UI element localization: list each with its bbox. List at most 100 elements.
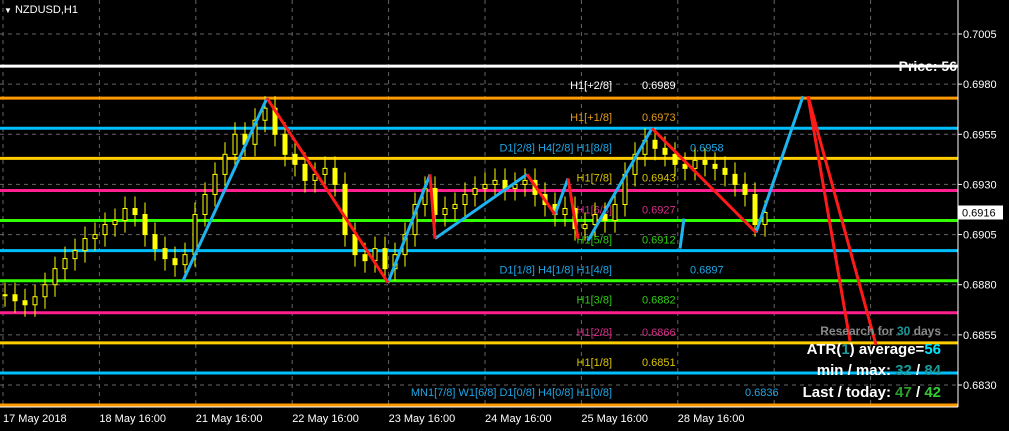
y-tick-label: 0.6955	[963, 129, 997, 141]
candle-body	[712, 163, 718, 169]
level-value: 0.6882	[642, 295, 676, 307]
candle-body	[562, 207, 568, 216]
research-label: Research for 30 days	[820, 324, 941, 338]
zigzag-red-segment	[525, 173, 557, 216]
x-tick-label: 22 May 16:00	[292, 413, 359, 425]
level-tag: H1[1/8]	[577, 357, 612, 369]
zigzag-blue-segment	[754, 95, 805, 234]
level-tag: MN1[7/8] W1[6/8] D1[0/8] H4[0/8] H1[0/8]	[411, 387, 612, 399]
candle-body	[152, 234, 158, 250]
minmax-sep: /	[911, 362, 925, 379]
level-tag: D1[1/8] H4[1/8] H1[4/8]	[499, 265, 612, 277]
candle-body	[32, 296, 38, 306]
symbol-title: NZDUSD,H1	[14, 4, 78, 16]
candle-body	[132, 207, 138, 216]
candle-body	[742, 183, 748, 195]
atr-prefix: ATR(	[806, 341, 842, 358]
y-tick-label: 0.7005	[963, 29, 997, 41]
level-tag: H1[2/8]	[577, 327, 612, 339]
research-suffix: days	[910, 324, 941, 338]
candle-body	[692, 159, 698, 169]
candle-body	[202, 193, 208, 216]
candle-body	[342, 183, 348, 236]
atr-min: 32	[895, 362, 912, 379]
y-tick-label: 0.6855	[963, 330, 997, 342]
x-tick-label: 25 May 16:00	[581, 413, 648, 425]
candle-body	[142, 214, 148, 236]
y-tick-label: 0.6930	[963, 179, 997, 191]
candle-body	[612, 203, 618, 222]
atr-today: 42	[924, 384, 941, 401]
level-value: 0.6973	[642, 112, 676, 124]
level-value: 0.6851	[642, 357, 676, 369]
level-value: 0.6912	[642, 235, 676, 247]
minmax-prefix: min / max:	[816, 362, 896, 379]
candle-body	[662, 147, 668, 155]
atr-max: 84	[924, 362, 941, 379]
level-value: 0.6866	[642, 327, 676, 339]
candle-body	[382, 248, 388, 270]
level-value: 0.6927	[642, 204, 676, 216]
last-prefix: Last / today:	[802, 384, 896, 401]
candle-body	[172, 258, 178, 266]
candle-body	[12, 294, 18, 302]
x-tick-label: 17 May 2018	[3, 413, 67, 425]
candle-body	[652, 139, 658, 149]
research-days: 30	[896, 324, 911, 338]
x-tick-label: 28 May 16:00	[678, 413, 745, 425]
candle-body	[292, 153, 298, 165]
level-tag: H1[3/8]	[577, 295, 612, 307]
last-today-label: Last / today: 47 / 42	[803, 384, 941, 401]
level-value: 0.6897	[690, 265, 724, 277]
atr-label: ATR(1) average=56	[807, 341, 941, 358]
atr-period: 1	[841, 341, 850, 358]
candle-body	[82, 238, 88, 252]
candle-body	[582, 224, 588, 230]
candle-body	[222, 153, 228, 175]
zigzag-red-segment	[806, 95, 852, 342]
candle-body	[722, 167, 728, 175]
candle-body	[212, 173, 218, 195]
x-tick-label: 23 May 16:00	[389, 413, 456, 425]
candle-body	[362, 254, 368, 262]
triangle-down-icon[interactable]: ▼	[4, 6, 12, 15]
price-label: Price: 56	[898, 58, 957, 74]
candle-body	[682, 163, 688, 169]
candle-body	[52, 268, 58, 286]
level-value: 0.6989	[642, 80, 676, 92]
level-value: 0.6943	[642, 172, 676, 184]
candle-body	[332, 167, 338, 185]
level-tag: D1[2/8] H4[2/8] H1[8/8]	[499, 142, 612, 154]
candle-body	[2, 294, 8, 297]
candle-body	[752, 193, 758, 226]
candle-body	[452, 203, 458, 209]
candle-body	[732, 173, 738, 185]
level-tag: H1[+1/8]	[570, 112, 612, 124]
atr-mid: ) average=	[849, 341, 925, 358]
candle-body	[492, 179, 498, 185]
level-value: 0.6836	[745, 387, 779, 399]
candle-body	[62, 258, 68, 270]
y-tick-label: 0.6880	[963, 280, 997, 292]
y-tick-label: 0.6980	[963, 79, 997, 91]
candle-body	[302, 163, 308, 181]
candle-body	[22, 300, 28, 306]
candle-body	[702, 159, 708, 165]
x-tick-label: 18 May 16:00	[99, 413, 166, 425]
candle-body	[352, 234, 358, 256]
level-tag: H1[7/8]	[577, 172, 612, 184]
candle-body	[262, 107, 268, 121]
candle-body	[282, 133, 288, 155]
candle-body	[72, 250, 78, 260]
candle-body	[472, 187, 478, 195]
candle-body	[522, 179, 528, 185]
candle-body	[442, 207, 448, 216]
current-price-label: 0.6916	[962, 208, 996, 220]
x-tick-label: 24 May 16:00	[485, 413, 552, 425]
x-tick-label: 21 May 16:00	[196, 413, 263, 425]
atr-average: 56	[924, 341, 941, 358]
y-tick-label: 0.6905	[963, 230, 997, 242]
candle-body	[182, 254, 188, 266]
minmax-label: min / max: 32 / 84	[817, 362, 941, 379]
candle-body	[672, 153, 678, 165]
